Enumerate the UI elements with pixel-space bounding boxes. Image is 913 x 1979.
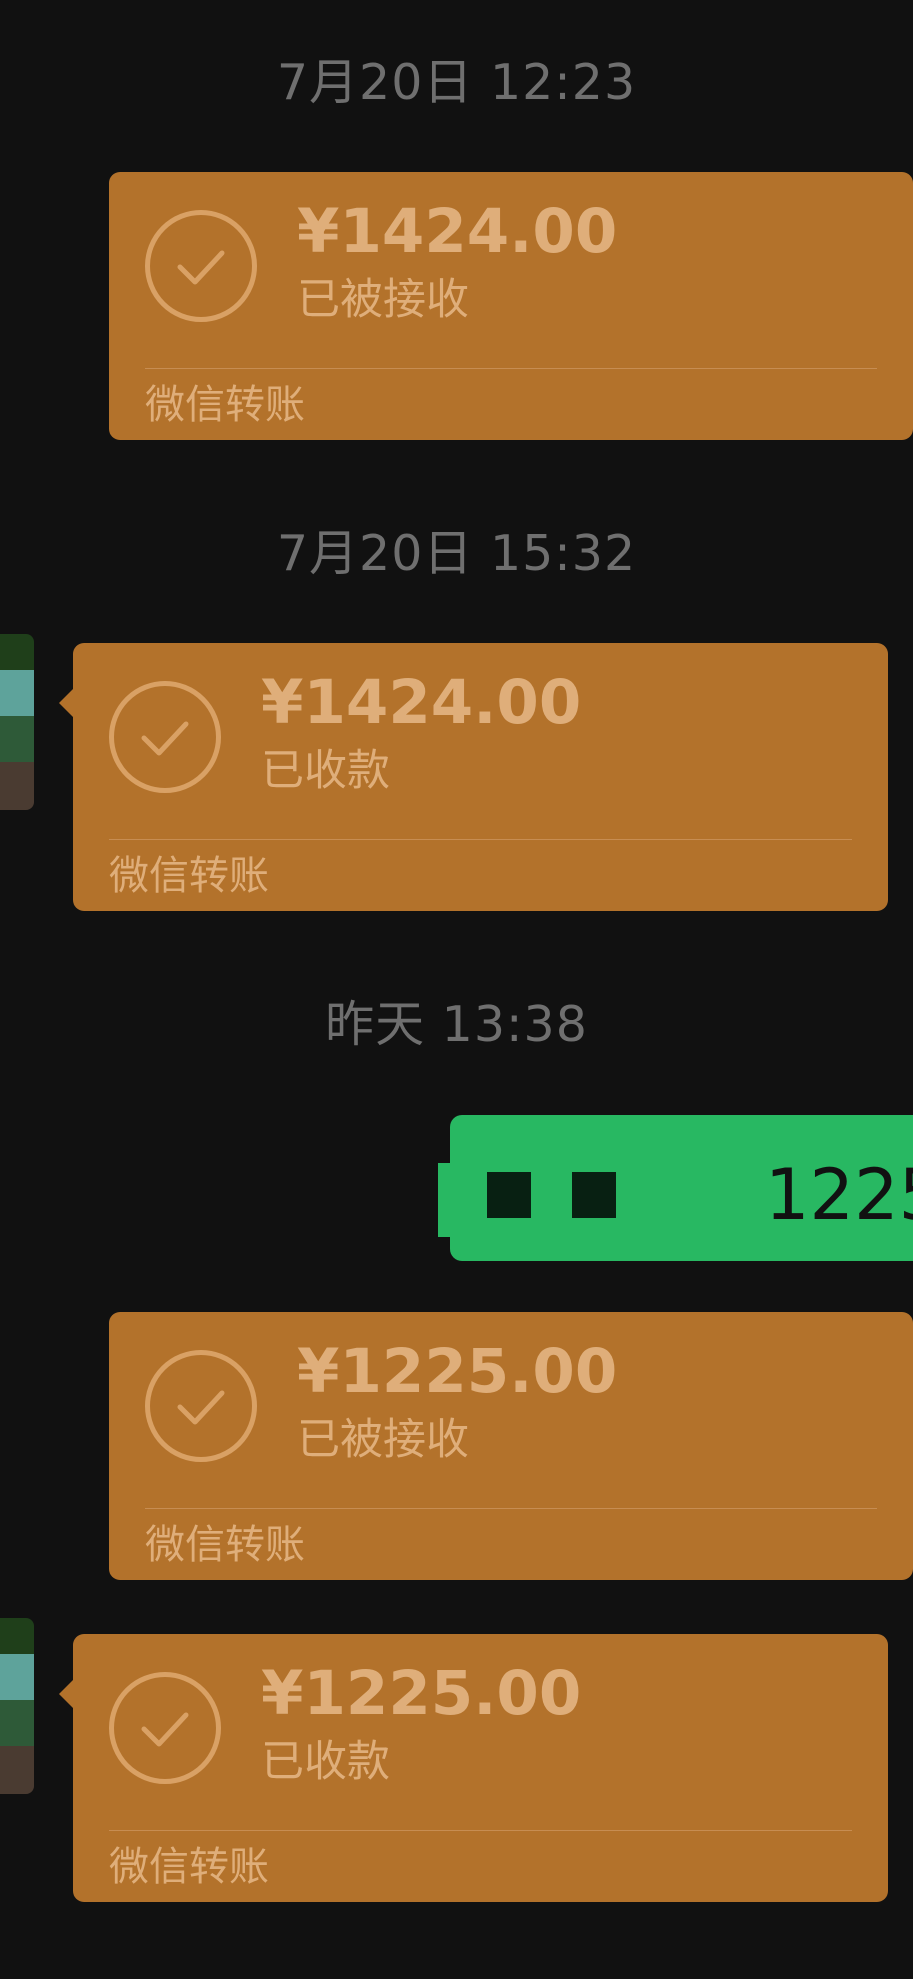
divider xyxy=(145,368,877,369)
transfer-amount: ¥1424.00 xyxy=(261,667,582,738)
message-text: 1225 xyxy=(765,1154,913,1236)
transfer-status: 已收款 xyxy=(261,746,390,796)
transfer-amount: ¥1424.00 xyxy=(297,196,618,267)
transfer-footer: 微信转账 xyxy=(109,1844,269,1890)
check-circle-icon xyxy=(109,1672,221,1784)
transfer-footer: 微信转账 xyxy=(109,853,269,899)
text-message-bubble[interactable]: 1225 xyxy=(438,1115,913,1261)
check-circle-icon xyxy=(145,1350,257,1462)
redacted-block xyxy=(572,1172,616,1218)
transfer-card[interactable]: ¥1225.00 已被接收 微信转账 xyxy=(109,1312,913,1580)
transfer-footer: 微信转账 xyxy=(145,382,305,428)
transfer-card[interactable]: ¥1225.00 已收款 微信转账 xyxy=(59,1634,888,1902)
bubble-tail xyxy=(438,1163,450,1237)
transfer-status: 已收款 xyxy=(261,1737,390,1787)
avatar[interactable] xyxy=(0,634,34,810)
bubble-tail xyxy=(59,1680,73,1708)
timestamp: 昨天 13:38 xyxy=(325,996,588,1053)
transfer-amount: ¥1225.00 xyxy=(297,1336,618,1407)
divider xyxy=(109,839,852,840)
transfer-footer: 微信转账 xyxy=(145,1522,305,1568)
transfer-amount: ¥1225.00 xyxy=(261,1658,582,1729)
transfer-card[interactable]: ¥1424.00 已被接收 微信转账 xyxy=(109,172,913,440)
check-circle-icon xyxy=(145,210,257,322)
divider xyxy=(145,1508,877,1509)
timestamp: 7月20日 12:23 xyxy=(276,54,637,111)
transfer-card[interactable]: ¥1424.00 已收款 微信转账 xyxy=(59,643,888,911)
avatar[interactable] xyxy=(0,1618,34,1794)
check-circle-icon xyxy=(109,681,221,793)
transfer-status: 已被接收 xyxy=(297,1415,469,1465)
transfer-status: 已被接收 xyxy=(297,275,469,325)
divider xyxy=(109,1830,852,1831)
timestamp: 7月20日 15:32 xyxy=(276,525,637,582)
redacted-block xyxy=(487,1172,531,1218)
bubble-tail xyxy=(59,689,73,717)
